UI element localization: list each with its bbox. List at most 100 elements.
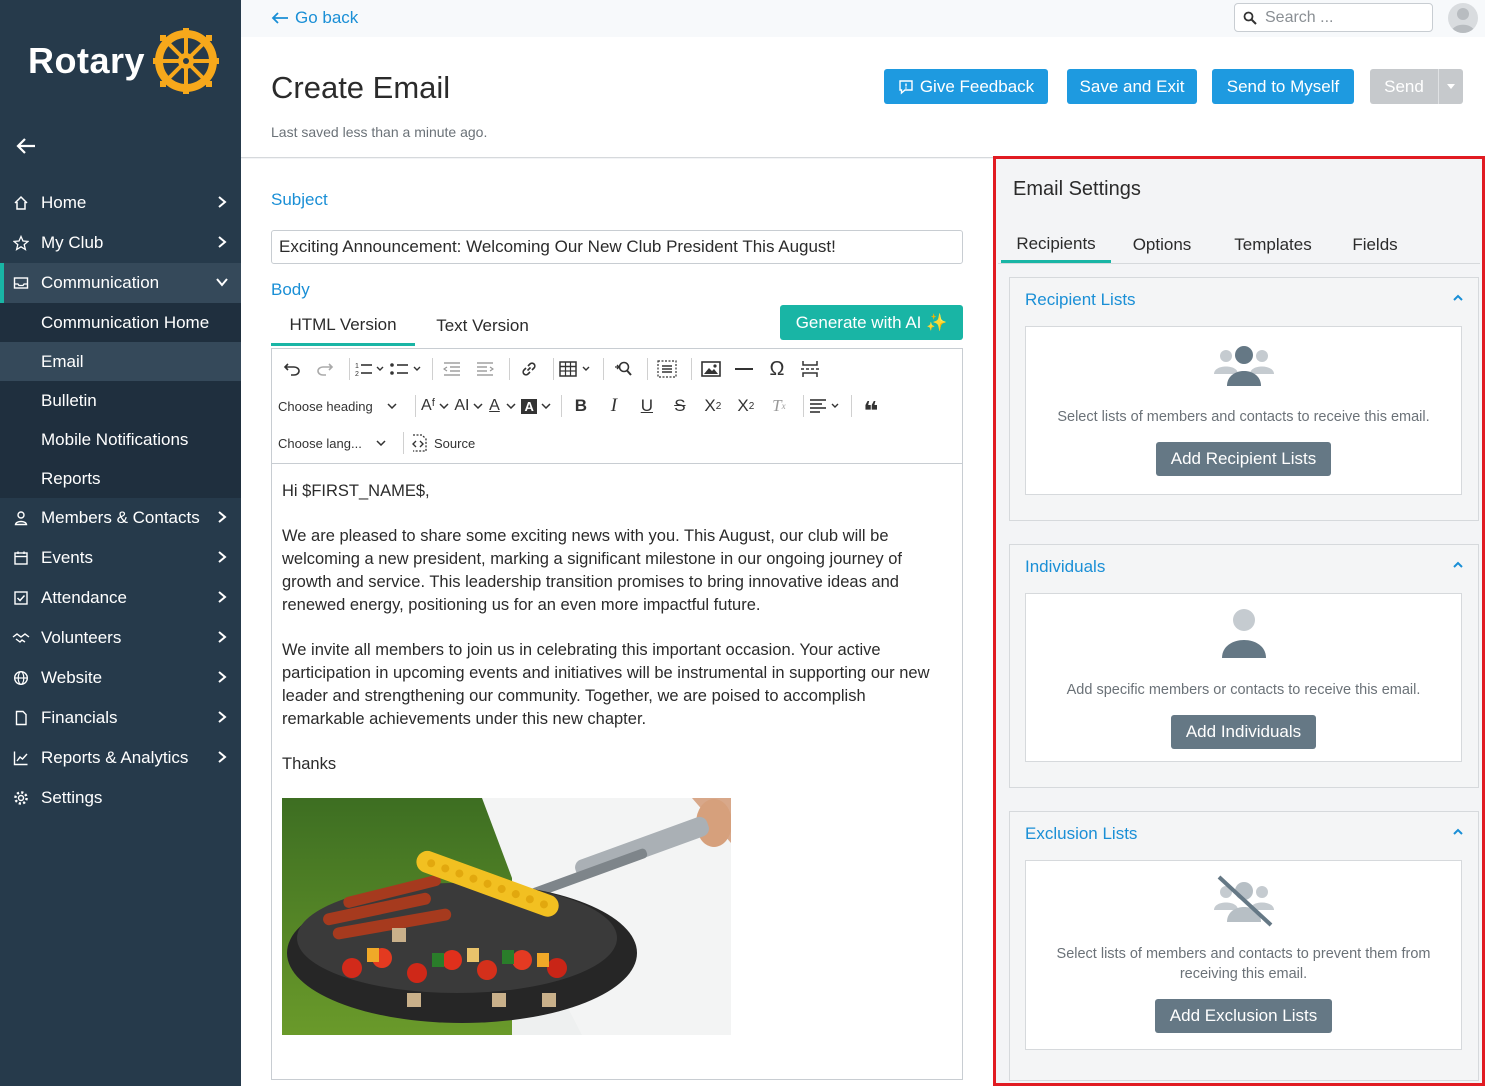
superscript-icon[interactable]: X2 (732, 392, 760, 420)
email-settings-panel: Email Settings Recipients Options Templa… (993, 156, 1485, 1086)
add-individuals-button[interactable]: Add Individuals (1170, 715, 1317, 749)
language-dropdown[interactable]: Choose lang... (278, 436, 390, 451)
redo-icon[interactable] (311, 355, 339, 383)
home-icon (12, 194, 30, 212)
give-feedback-button[interactable]: Give Feedback (884, 69, 1048, 104)
subnav-item-bulletin[interactable]: Bulletin (0, 381, 241, 420)
rotary-wheel-icon (153, 28, 220, 94)
chevron-up-icon[interactable] (1452, 827, 1464, 837)
add-recipient-lists-button[interactable]: Add Recipient Lists (1155, 442, 1332, 476)
link-icon[interactable] (515, 355, 543, 383)
rotary-logo[interactable]: Rotary (28, 26, 221, 96)
collapse-back-arrow-icon[interactable] (14, 134, 38, 158)
send-options-dropdown[interactable] (1438, 69, 1463, 104)
individuals-section: Individuals Add specific members or cont… (1009, 544, 1479, 788)
sidebar-item-my-club[interactable]: My Club (0, 223, 241, 263)
blockquote-icon[interactable]: ❝ (857, 392, 885, 426)
individuals-description: Add specific members or contacts to rece… (1066, 682, 1421, 698)
insert-image-icon[interactable] (697, 355, 725, 383)
generate-with-ai-button[interactable]: Generate with AI ✨ (780, 305, 963, 340)
search-placeholder: Search ... (1265, 8, 1334, 26)
sidebar-item-label: Financials (41, 708, 118, 727)
email-body-content[interactable]: Hi $FIRST_NAME$, We are pleased to share… (272, 464, 962, 1051)
exclusion-lists-empty-state: Select lists of members and contacts to … (1025, 860, 1462, 1050)
save-and-exit-button[interactable]: Save and Exit (1067, 69, 1197, 104)
subject-label: Subject (271, 190, 328, 209)
document-icon (12, 709, 30, 727)
sidebar-item-home[interactable]: Home (0, 183, 241, 223)
person-icon (1221, 609, 1266, 658)
subnav-item-communication-home[interactable]: Communication Home (0, 303, 241, 342)
font-family-icon[interactable]: Aᶠ (421, 392, 449, 420)
font-color-icon[interactable]: A (488, 392, 516, 420)
indent-icon[interactable] (471, 355, 499, 383)
send-to-myself-button[interactable]: Send to Myself (1212, 69, 1354, 104)
subscript-icon[interactable]: X2 (699, 392, 727, 420)
sidebar-item-label: Members & Contacts (41, 508, 200, 527)
sidebar-item-attendance[interactable]: Attendance (0, 578, 241, 618)
caret-down-icon (1447, 84, 1455, 89)
italic-icon[interactable]: I (600, 392, 628, 420)
sidebar-item-communication[interactable]: Communication (0, 263, 241, 303)
sidebar-item-label: My Club (41, 233, 104, 252)
email-settings-title: Email Settings (1013, 178, 1141, 200)
numbered-list-icon[interactable]: 12 (355, 355, 385, 383)
top-bar: Go back Search ... (241, 0, 1485, 37)
bbq-grill-image[interactable] (282, 798, 731, 1035)
sidebar-item-events[interactable]: Events (0, 538, 241, 578)
bulleted-list-icon[interactable] (390, 355, 422, 383)
individuals-empty-state: Add specific members or contacts to rece… (1025, 593, 1462, 762)
sidebar-item-website[interactable]: Website (0, 658, 241, 698)
body-paragraph: We invite all members to join us in cele… (282, 641, 930, 728)
tab-html-version[interactable]: HTML Version (271, 306, 415, 346)
background-color-icon[interactable]: A (521, 392, 551, 420)
chevron-up-icon[interactable] (1452, 560, 1464, 570)
font-size-icon[interactable]: AI (454, 392, 483, 420)
add-exclusion-lists-button[interactable]: Add Exclusion Lists (1154, 999, 1333, 1033)
sidebar-item-members-contacts[interactable]: Members & Contacts (0, 498, 241, 538)
table-icon[interactable] (559, 355, 593, 383)
subject-input[interactable]: Exciting Announcement: Welcoming Our New… (271, 230, 963, 264)
chevron-right-icon (218, 236, 227, 248)
rich-text-editor: 12 Ω Choose heading Aᶠ AI A A B I U S X … (271, 348, 963, 1080)
sidebar-item-reports-analytics[interactable]: Reports & Analytics (0, 738, 241, 778)
bold-icon[interactable]: B (567, 392, 595, 420)
chevron-up-icon[interactable] (1452, 293, 1464, 303)
send-button[interactable]: Send (1370, 69, 1438, 104)
undo-icon[interactable] (278, 355, 306, 383)
star-icon (12, 234, 30, 252)
select-all-icon[interactable] (653, 355, 681, 383)
chevron-down-icon (387, 403, 397, 409)
sidebar-item-financials[interactable]: Financials (0, 698, 241, 738)
tab-templates[interactable]: Templates (1218, 227, 1328, 263)
tab-options[interactable]: Options (1121, 227, 1203, 263)
underline-icon[interactable]: U (633, 392, 661, 420)
find-replace-icon[interactable] (609, 355, 637, 383)
sidebar-item-settings[interactable]: Settings (0, 778, 241, 818)
heading-dropdown[interactable]: Choose heading (278, 399, 402, 414)
outdent-icon[interactable] (438, 355, 466, 383)
go-back-link[interactable]: Go back (271, 8, 358, 28)
mail-icon (12, 274, 30, 292)
language-dropdown-label: Choose lang... (278, 435, 362, 451)
subnav-item-email[interactable]: Email (0, 342, 241, 381)
sidebar-item-label: Events (41, 548, 93, 567)
special-characters-icon[interactable]: Ω (763, 355, 791, 383)
horizontal-line-icon[interactable] (730, 355, 758, 383)
align-icon[interactable] (809, 392, 841, 420)
remove-format-icon[interactable]: Tx (765, 392, 793, 420)
tab-recipients[interactable]: Recipients (1001, 227, 1111, 263)
strikethrough-icon[interactable]: S (666, 392, 694, 420)
last-saved-status: Last saved less than a minute ago. (271, 124, 488, 140)
tab-fields[interactable]: Fields (1340, 227, 1410, 263)
search-input[interactable]: Search ... (1234, 3, 1433, 32)
tab-text-version[interactable]: Text Version (421, 306, 544, 346)
gear-icon (12, 789, 30, 807)
subnav-item-mobile-notifications[interactable]: Mobile Notifications (0, 420, 241, 459)
subnav-item-reports[interactable]: Reports (0, 459, 241, 498)
avatar[interactable] (1448, 3, 1478, 33)
source-button[interactable]: Source (409, 434, 475, 452)
go-back-label: Go back (295, 8, 359, 27)
page-break-icon[interactable] (796, 355, 824, 383)
sidebar-item-volunteers[interactable]: Volunteers (0, 618, 241, 658)
